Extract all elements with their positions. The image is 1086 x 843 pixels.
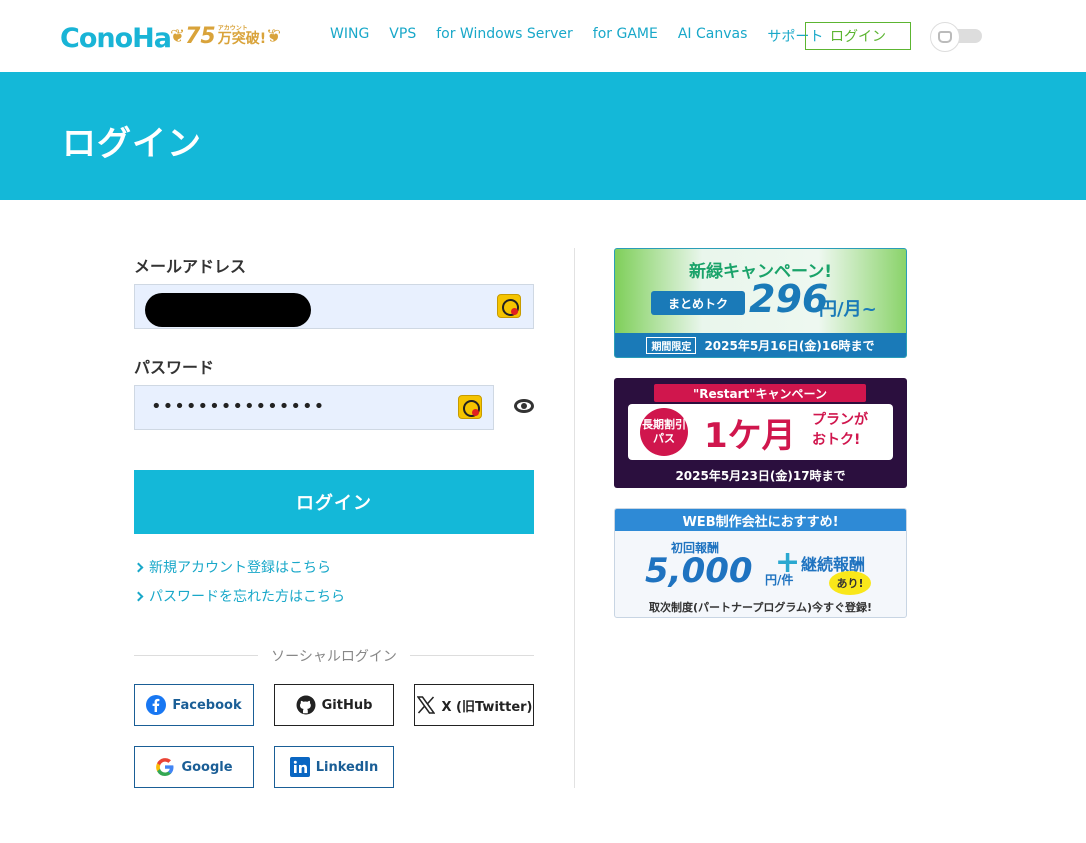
nav-windows-server[interactable]: for Windows Server: [436, 26, 573, 46]
page-title: ログイン: [62, 124, 202, 164]
badge-unit: 万: [217, 31, 232, 47]
conoha-logo[interactable]: ConoHa: [60, 20, 172, 54]
badge-number: 75: [185, 23, 216, 49]
google-label: Google: [181, 759, 233, 775]
banner1-deadline: 2025年5月16日(金)16時まで: [704, 338, 875, 353]
register-link[interactable]: 新規アカウント登録はこちら: [133, 557, 331, 577]
email-label: メールアドレス: [134, 257, 247, 276]
badge-big-text: 突破!: [231, 31, 267, 47]
laurel-icon: ❦: [170, 25, 186, 47]
social-login-divider: ソーシャルログイン: [134, 646, 534, 665]
facebook-icon: [146, 695, 167, 715]
banner2-side-top: プランが: [812, 412, 868, 428]
redacted-email: [145, 293, 311, 327]
nav-ai-canvas[interactable]: AI Canvas: [678, 26, 748, 46]
column-divider: [574, 248, 575, 788]
login-submit-button[interactable]: ログイン: [134, 470, 534, 534]
75-accounts-badge: ❦ 75 アカウント 万突破! ❦: [170, 22, 281, 50]
banner2-side: プランが おトク!: [812, 410, 868, 450]
banner1-unit: 円/月~: [819, 299, 877, 320]
nav-vps[interactable]: VPS: [389, 26, 416, 46]
facebook-login-button[interactable]: Facebook: [134, 684, 254, 726]
chevron-right-icon: [133, 562, 144, 572]
linkedin-login-button[interactable]: LinkedIn: [274, 746, 394, 788]
banner3-footer: 取次制度(パートナープログラム)今すぐ登録!: [648, 601, 873, 614]
banner3-amount: 5,000: [645, 551, 753, 591]
banner3-plus: +: [775, 545, 801, 580]
banner2-circle: 長期割引パス: [640, 408, 688, 456]
mascot-icon: [930, 22, 960, 52]
divider-line-right: [410, 655, 534, 656]
email-field[interactable]: [134, 284, 534, 329]
badge-big: 万突破!: [218, 32, 266, 47]
banner1-pill: まとめトク: [651, 291, 745, 315]
x-label: X (旧Twitter): [441, 699, 533, 715]
password-manager-icon[interactable]: [458, 395, 482, 419]
linkedin-label: LinkedIn: [315, 759, 379, 775]
main-nav: WING VPS for Windows Server for GAME AI …: [330, 26, 823, 46]
page-hero: ログイン: [0, 72, 1086, 200]
register-link-text: 新規アカウント登録はこちら: [149, 560, 331, 576]
theme-toggle[interactable]: [930, 22, 982, 52]
banner1-price: 296: [749, 277, 829, 321]
header-login-button[interactable]: ログイン: [805, 22, 911, 50]
forgot-password-link[interactable]: パスワードを忘れた方はこちら: [133, 586, 345, 606]
linkedin-icon: [289, 757, 310, 777]
laurel-icon: ❦: [266, 25, 282, 47]
logo-text: ConoHa: [60, 23, 172, 54]
banner3-title: WEB制作会社におすすめ!: [615, 509, 906, 531]
password-manager-icon[interactable]: [497, 294, 521, 318]
google-icon: [155, 757, 175, 777]
badge-text: アカウント 万突破!: [218, 25, 266, 47]
banner2-title: "Restart"キャンペーン: [654, 384, 866, 402]
nav-wing[interactable]: WING: [330, 26, 369, 46]
google-login-button[interactable]: Google: [134, 746, 254, 788]
banner2-deadline: 2025年5月23日(金)17時まで: [675, 469, 846, 483]
chevron-right-icon: [133, 591, 144, 601]
restart-campaign-banner[interactable]: "Restart"キャンペーン 長期割引パス 1ケ月 プランが おトク! 202…: [614, 378, 907, 488]
partner-program-banner[interactable]: WEB制作会社におすすめ! 初回報酬 5,000 円/件 + 継続報酬 あり! …: [614, 508, 907, 618]
banner1-footer: 期間限定 2025年5月16日(金)16時まで: [615, 333, 906, 357]
banner2-side-bottom: おトク!: [812, 432, 861, 448]
github-label: GitHub: [321, 697, 373, 713]
password-label: パスワード: [134, 358, 215, 377]
show-password-eye-icon[interactable]: [514, 399, 534, 413]
nav-game[interactable]: for GAME: [593, 26, 658, 46]
banner2-big: 1ケ月: [704, 416, 796, 456]
forgot-password-link-text: パスワードを忘れた方はこちら: [149, 589, 345, 605]
x-login-button[interactable]: X (旧Twitter): [414, 684, 534, 726]
banner3-ari: あり!: [829, 571, 871, 595]
x-icon: [416, 695, 436, 715]
password-value: •••••••••••••••: [151, 396, 326, 417]
facebook-label: Facebook: [172, 697, 242, 713]
social-login-heading: ソーシャルログイン: [271, 649, 397, 665]
password-field[interactable]: •••••••••••••••: [134, 385, 494, 430]
github-login-button[interactable]: GitHub: [274, 684, 394, 726]
shinryoku-campaign-banner[interactable]: 新緑キャンペーン! まとめトク 296 円/月~ 期間限定 2025年5月16日…: [614, 248, 907, 358]
github-icon: [296, 695, 316, 715]
banner1-tag: 期間限定: [646, 336, 697, 354]
site-header: ConoHa ❦ 75 アカウント 万突破! ❦ WING VPS for Wi…: [0, 0, 1086, 72]
